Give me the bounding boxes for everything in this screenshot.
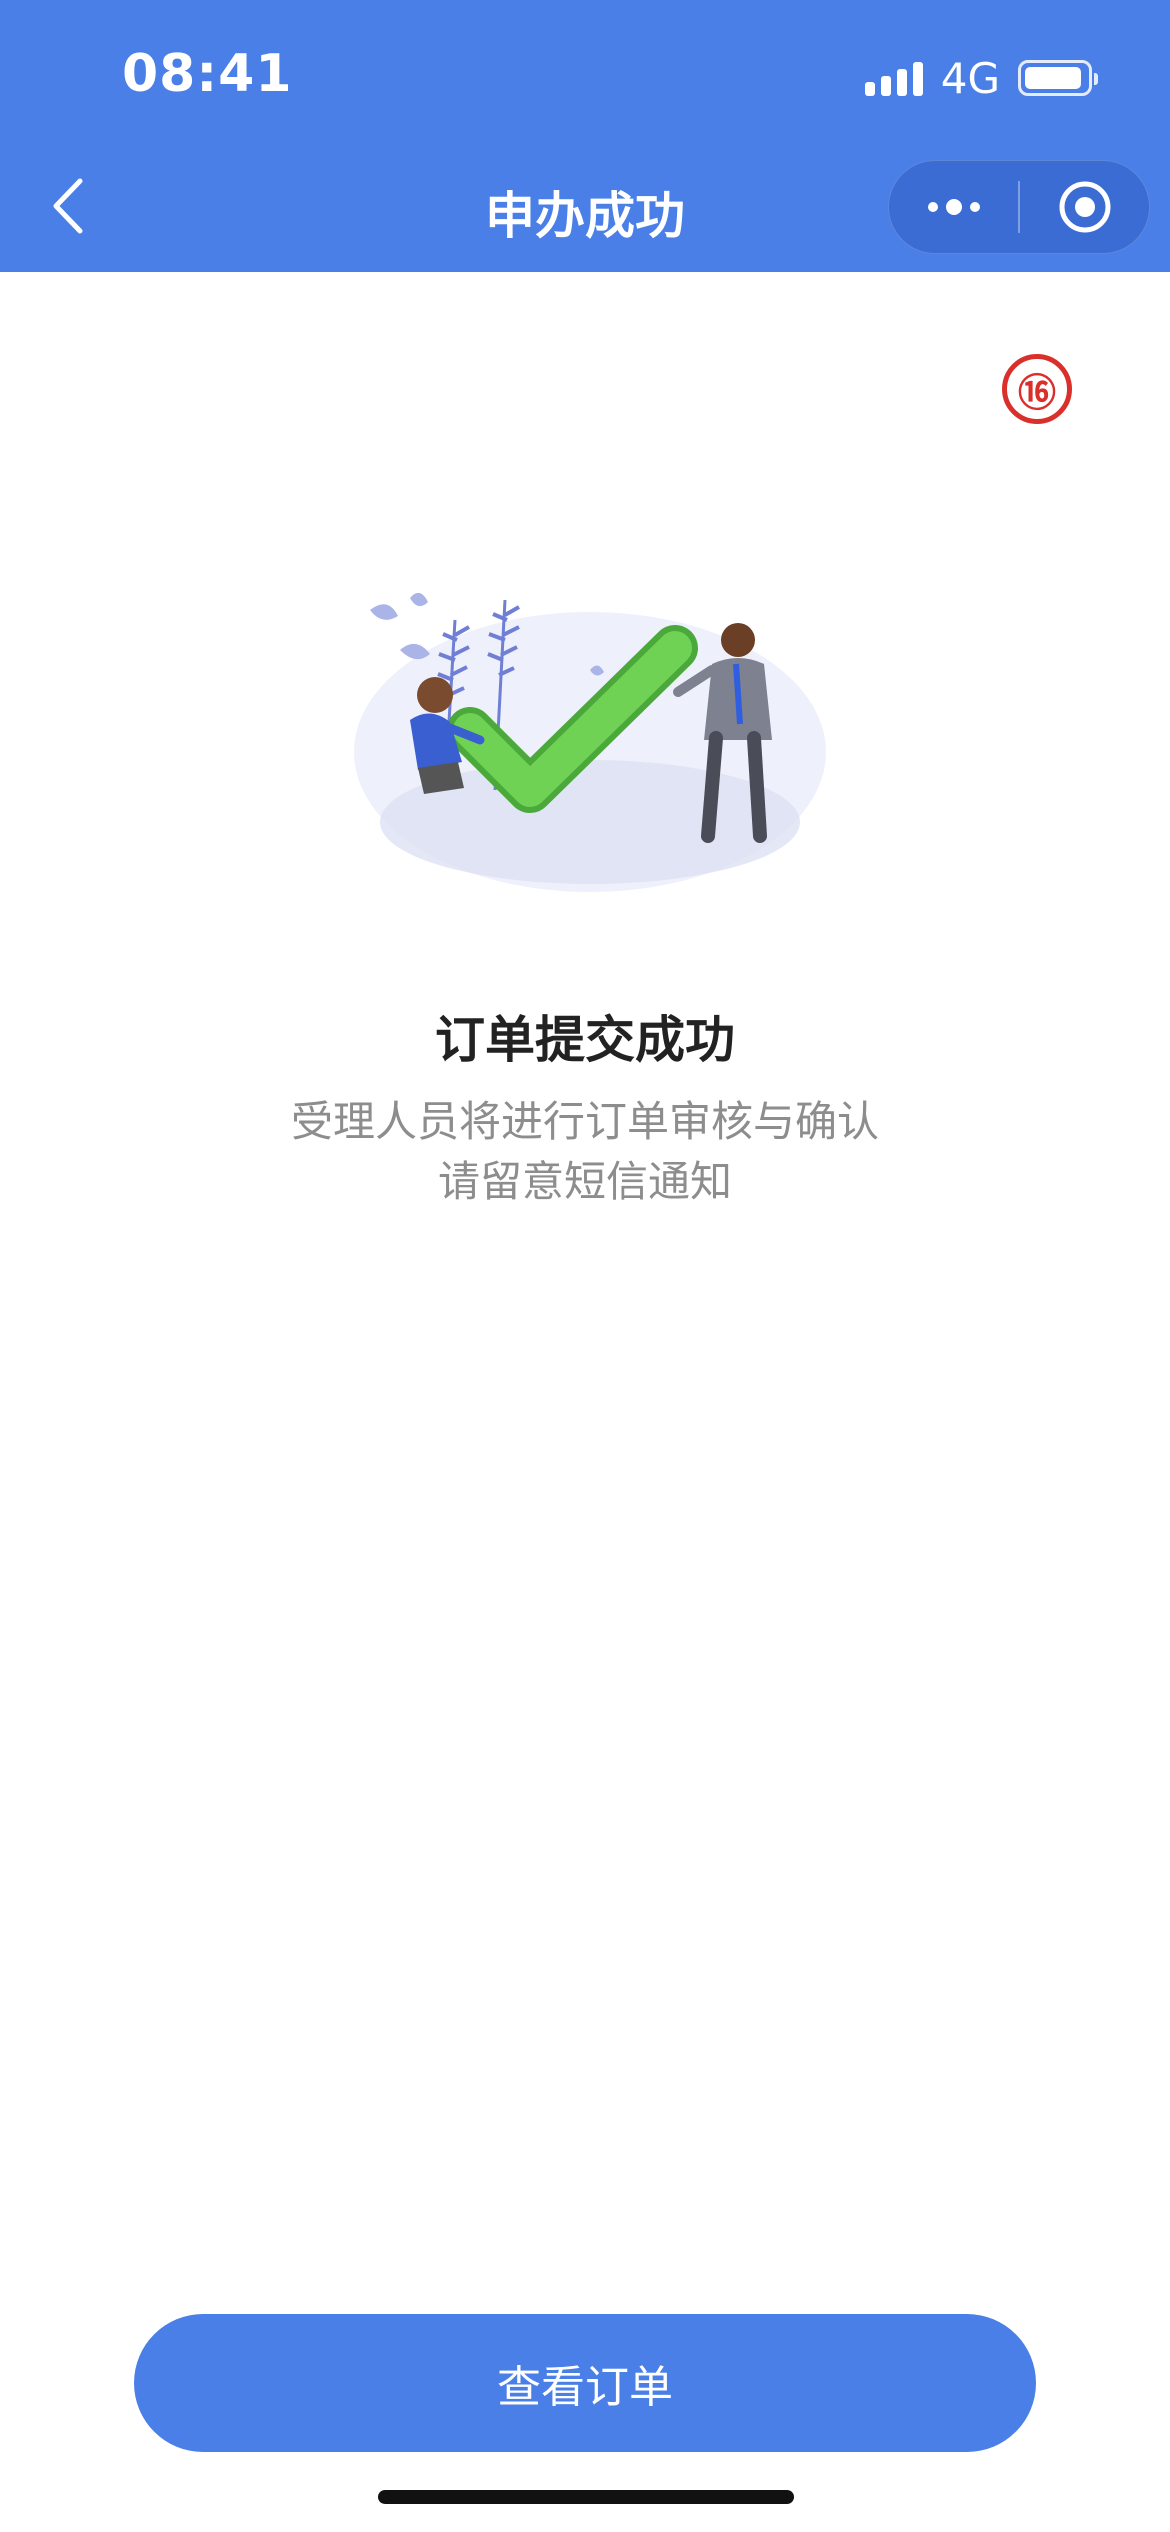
description-line: 请留意短信通知 — [437, 1157, 732, 1206]
header: 08:41 4G 申办成功 — [0, 0, 1170, 272]
more-button[interactable] — [889, 161, 1018, 253]
annotation-mark: ⑯ — [1002, 354, 1072, 424]
success-title: 订单提交成功 — [435, 1011, 735, 1069]
more-dots-icon — [927, 199, 980, 215]
signal-icon — [864, 60, 923, 96]
success-description: 受理人员将进行订单审核与确认 请留意短信通知 — [0, 1092, 1170, 1212]
battery-fill — [1025, 67, 1081, 89]
status-icons: 4G — [864, 53, 1098, 103]
menu-capsule — [888, 160, 1150, 254]
success-check-illustration — [354, 592, 826, 892]
description-line: 受理人员将进行订单审核与确认 — [290, 1097, 879, 1146]
record-circle-icon — [1059, 181, 1110, 233]
success-screen: 08:41 4G 申办成功 ⑯ 订单提交成功 受理人员将进行订单审核与确认 请留… — [0, 0, 1170, 2532]
home-indicator — [378, 2490, 794, 2504]
network-type: 4G — [940, 53, 1000, 103]
close-miniprogram-button[interactable] — [1020, 161, 1149, 253]
status-time: 08:41 — [122, 44, 293, 104]
view-order-button[interactable]: 查看订单 — [134, 2314, 1036, 2452]
battery-icon — [1018, 60, 1098, 96]
